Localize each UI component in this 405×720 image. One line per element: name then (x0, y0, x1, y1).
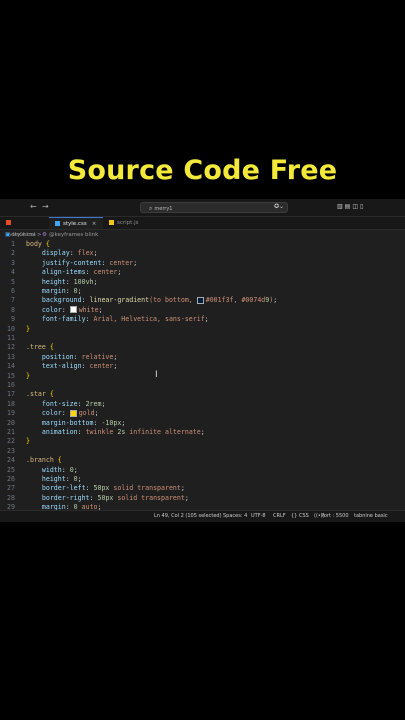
line-text: align-items: center; (41, 268, 122, 277)
line-number: 13 (7, 352, 15, 361)
line-number: 28 (7, 493, 15, 502)
line-number: 24 (7, 456, 15, 465)
line-text: } (26, 371, 30, 380)
search-icon: ⌕ (149, 205, 153, 212)
line-number: 15 (7, 371, 15, 380)
breadcrumb-symbol[interactable]: @keyframes blink (49, 230, 98, 240)
text-cursor-icon: I (155, 370, 158, 380)
breadcrumb: ▣ style.css > ⚙ @keyframes blink (0, 230, 405, 240)
line-text: text-align: center; (41, 362, 118, 371)
line-number: 8 (11, 305, 15, 314)
color-swatch-icon (69, 306, 77, 314)
line-text: color: white; (41, 305, 103, 314)
line-text: body { (26, 240, 50, 248)
line-text: height: 0; (41, 475, 82, 483)
language-mode[interactable]: CSS (299, 511, 309, 522)
line-number: 18 (7, 399, 15, 408)
language-braces-icon: {} (291, 513, 298, 519)
back-arrow-icon[interactable]: ← (30, 202, 37, 211)
breadcrumb-separator: > (37, 232, 42, 238)
copilot-icon[interactable]: ✪⌄ (274, 203, 284, 210)
line-text: margin-bottom: -10px; (41, 418, 126, 427)
layout-controls-icon[interactable]: ▥▤◫▯ (337, 203, 365, 210)
line-number: 1 (11, 240, 15, 248)
tab-script-js[interactable]: script.js (103, 217, 147, 229)
keyframes-symbol-icon: ⚙ (42, 232, 47, 238)
line-text: background: linear-gradient(to bottom, #… (41, 296, 278, 305)
line-text: margin: 0; (41, 287, 82, 295)
tab-index-html[interactable]: index.html (0, 217, 44, 238)
line-number: 6 (11, 287, 15, 295)
line-text: color: gold; (41, 409, 99, 418)
line-text: height: 100vh; (41, 277, 98, 286)
encoding[interactable]: UTF-8 (251, 511, 266, 522)
line-number: 17 (7, 390, 15, 399)
cursor-position[interactable]: Ln 49, Col 2 (105 selected) (154, 511, 222, 522)
html-file-icon (6, 220, 11, 225)
line-ending[interactable]: CRLF (273, 511, 286, 522)
line-number: 14 (7, 362, 15, 371)
search-text: merry1 (154, 206, 173, 212)
line-text: .tree { (26, 343, 54, 352)
line-text: width: 0; (41, 465, 78, 474)
headline: Source Code Free (67, 155, 338, 186)
indentation[interactable]: Spaces: 4 (223, 511, 247, 522)
line-number: 7 (11, 296, 15, 305)
line-text: .star { (26, 390, 54, 399)
tabnine-status[interactable]: tabnine basic (354, 511, 388, 522)
line-number: 26 (7, 475, 15, 483)
line-number: 27 (7, 484, 15, 493)
status-bar: Ln 49, Col 2 (105 selected) Spaces: 4 UT… (0, 510, 405, 522)
line-number: 10 (7, 324, 15, 333)
line-text: animation: twinkle 2s infinite alternate… (41, 428, 205, 436)
line-number: 9 (11, 315, 15, 324)
css-file-icon (55, 221, 60, 226)
line-number: 23 (7, 446, 15, 455)
tab-style-css[interactable]: style.css × (49, 217, 103, 229)
line-text: } (26, 437, 30, 446)
editor-tabs: index.html style.css × script.js (0, 217, 405, 238)
line-number: 25 (7, 465, 15, 474)
line-number: 16 (7, 381, 15, 389)
forward-arrow-icon[interactable]: → (42, 202, 49, 211)
color-swatch-icon (69, 409, 77, 417)
line-text: font-family: Arial, Helvetica, sans-seri… (41, 315, 209, 324)
line-text: position: relative; (41, 352, 118, 361)
line-text: border-right: 50px solid transparent; (41, 493, 189, 502)
line-number: 4 (11, 268, 15, 277)
breadcrumb-file[interactable]: style.css (12, 230, 36, 240)
line-text: .branch { (26, 456, 62, 465)
line-number: 21 (7, 428, 15, 436)
command-search-input[interactable]: ⌕ merry1 (140, 202, 288, 213)
live-server-port[interactable]: Port : 5500 (321, 511, 349, 522)
line-text: border-left: 50px solid transparent; (41, 484, 185, 493)
js-file-icon (109, 220, 114, 225)
line-text: justify-content: center; (41, 258, 138, 267)
line-number: 2 (11, 249, 15, 258)
color-swatch-icon (196, 296, 204, 304)
line-number: 3 (11, 258, 15, 267)
line-text: display: flex; (41, 249, 98, 258)
line-number: 5 (11, 277, 15, 286)
code-editor-window: ← → ⌕ merry1 ✪⌄ ▥▤◫▯ index.html style.css… (0, 199, 405, 522)
breadcrumb-css-icon: ▣ (5, 232, 11, 238)
close-tab-icon[interactable]: × (92, 221, 97, 227)
line-text: font-size: 2rem; (41, 399, 106, 408)
line-number: 22 (7, 437, 15, 446)
title-bar: ← → ⌕ merry1 ✪⌄ ▥▤◫▯ (0, 199, 405, 217)
line-number: 12 (7, 343, 15, 352)
line-number: 20 (7, 418, 15, 427)
line-number: 11 (7, 334, 15, 342)
line-text: } (26, 324, 30, 333)
line-number: 19 (7, 409, 15, 418)
